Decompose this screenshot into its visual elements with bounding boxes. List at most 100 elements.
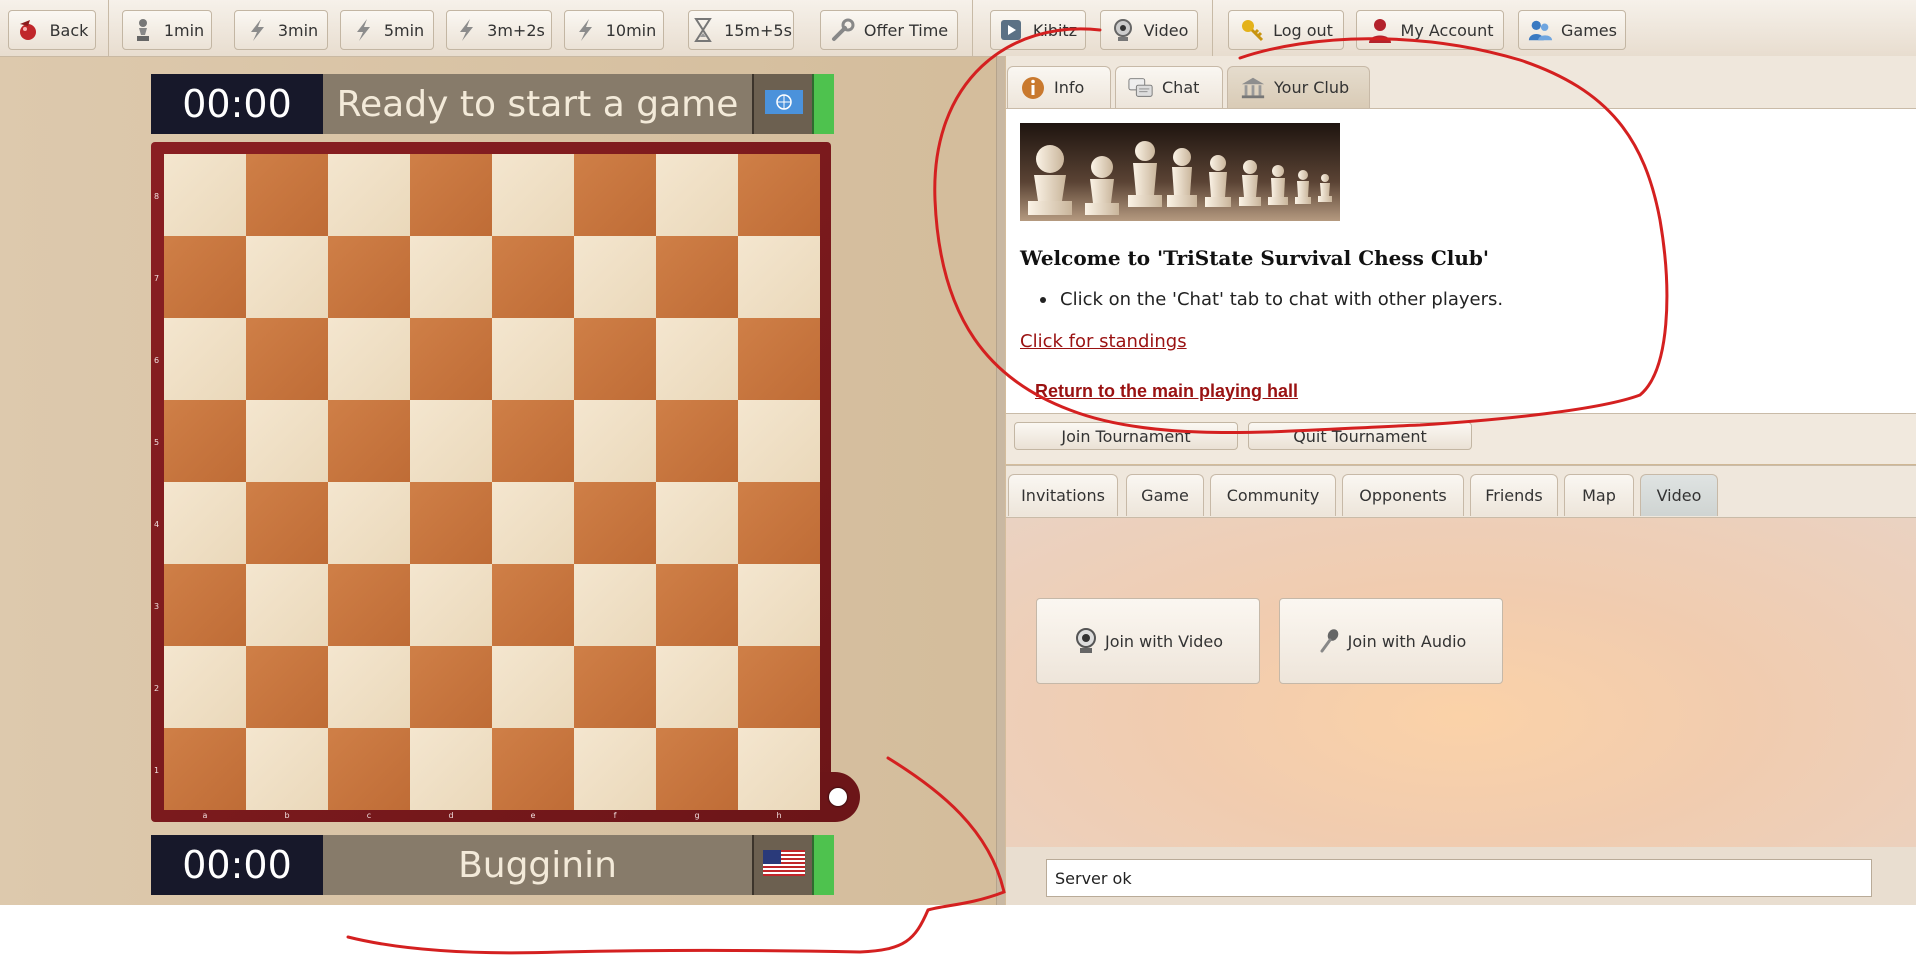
kibitz-button[interactable]: Kibitz (990, 10, 1086, 50)
video-button[interactable]: Video (1100, 10, 1198, 50)
board-square-e3[interactable] (492, 564, 574, 646)
10min-button[interactable]: 10min (564, 10, 664, 50)
board-square-d7[interactable] (410, 236, 492, 318)
board-square-b1[interactable] (246, 728, 328, 810)
board-square-c6[interactable] (328, 318, 410, 400)
board-square-c8[interactable] (328, 154, 410, 236)
join-tournament-button[interactable]: Join Tournament (1014, 422, 1238, 450)
board-square-h3[interactable] (738, 564, 820, 646)
board-square-f6[interactable] (574, 318, 656, 400)
board-square-h8[interactable] (738, 154, 820, 236)
board-square-b4[interactable] (246, 482, 328, 564)
quit-tournament-button[interactable]: Quit Tournament (1248, 422, 1472, 450)
tab-opponents[interactable]: Opponents (1342, 474, 1464, 516)
board-square-g5[interactable] (656, 400, 738, 482)
board-square-c1[interactable] (328, 728, 410, 810)
return-main-hall-link[interactable]: Return to the main playing hall (1035, 381, 1298, 402)
join-with-audio-button[interactable]: Join with Audio (1279, 598, 1503, 684)
my-account-button[interactable]: My Account (1356, 10, 1504, 50)
3min-button[interactable]: 3min (234, 10, 328, 50)
3m2s-button[interactable]: 3m+2s (446, 10, 552, 50)
board-square-a6[interactable] (164, 318, 246, 400)
board-square-f7[interactable] (574, 236, 656, 318)
back-button[interactable]: Back (8, 10, 96, 50)
join-with-video-button[interactable]: Join with Video (1036, 598, 1260, 684)
board-square-b2[interactable] (246, 646, 328, 728)
board-square-f5[interactable] (574, 400, 656, 482)
board-square-d8[interactable] (410, 154, 492, 236)
board-square-g2[interactable] (656, 646, 738, 728)
board-square-e4[interactable] (492, 482, 574, 564)
board-square-h2[interactable] (738, 646, 820, 728)
board-square-b6[interactable] (246, 318, 328, 400)
tab-video[interactable]: Video (1640, 474, 1718, 516)
board-square-a5[interactable] (164, 400, 246, 482)
standings-link[interactable]: Click for standings (1020, 331, 1187, 352)
games-button[interactable]: Games (1518, 10, 1626, 50)
offer-time-button[interactable]: Offer Time (820, 10, 958, 50)
chess-board[interactable] (164, 154, 820, 810)
board-square-g1[interactable] (656, 728, 738, 810)
board-square-e5[interactable] (492, 400, 574, 482)
board-square-h6[interactable] (738, 318, 820, 400)
tab-invitations[interactable]: Invitations (1008, 474, 1118, 516)
top-player-clock: 00:00 (151, 74, 323, 134)
board-square-d6[interactable] (410, 318, 492, 400)
board-square-g8[interactable] (656, 154, 738, 236)
board-square-c2[interactable] (328, 646, 410, 728)
board-square-b3[interactable] (246, 564, 328, 646)
board-square-d3[interactable] (410, 564, 492, 646)
board-square-d2[interactable] (410, 646, 492, 728)
1min-button[interactable]: 1min (122, 10, 212, 50)
tab-friends[interactable]: Friends (1470, 474, 1558, 516)
board-square-c3[interactable] (328, 564, 410, 646)
tab-game[interactable]: Game (1126, 474, 1204, 516)
board-square-a7[interactable] (164, 236, 246, 318)
board-square-d4[interactable] (410, 482, 492, 564)
my-account-label: My Account (1400, 20, 1494, 40)
board-square-e7[interactable] (492, 236, 574, 318)
board-square-e1[interactable] (492, 728, 574, 810)
board-square-b5[interactable] (246, 400, 328, 482)
5min-button[interactable]: 5min (340, 10, 434, 50)
board-square-e6[interactable] (492, 318, 574, 400)
board-square-c7[interactable] (328, 236, 410, 318)
board-square-e2[interactable] (492, 646, 574, 728)
15m5s-button[interactable]: 15m+5s (688, 10, 794, 50)
board-square-g7[interactable] (656, 236, 738, 318)
club-banner-image (1020, 123, 1340, 221)
rank-label: 5 (154, 438, 160, 447)
board-square-d5[interactable] (410, 400, 492, 482)
board-square-a3[interactable] (164, 564, 246, 646)
board-square-c4[interactable] (328, 482, 410, 564)
board-square-h4[interactable] (738, 482, 820, 564)
10min-label: 10min (605, 20, 657, 40)
log-out-button[interactable]: Log out (1228, 10, 1344, 50)
tab-your-club[interactable]: Your Club (1227, 66, 1370, 108)
board-square-h5[interactable] (738, 400, 820, 482)
panel-splitter[interactable] (996, 56, 1005, 905)
board-square-g3[interactable] (656, 564, 738, 646)
board-square-d1[interactable] (410, 728, 492, 810)
board-square-f2[interactable] (574, 646, 656, 728)
board-square-a2[interactable] (164, 646, 246, 728)
board-square-h1[interactable] (738, 728, 820, 810)
board-square-b8[interactable] (246, 154, 328, 236)
board-square-e8[interactable] (492, 154, 574, 236)
board-square-a4[interactable] (164, 482, 246, 564)
board-square-g4[interactable] (656, 482, 738, 564)
board-square-b7[interactable] (246, 236, 328, 318)
board-square-f4[interactable] (574, 482, 656, 564)
board-square-a1[interactable] (164, 728, 246, 810)
board-square-f3[interactable] (574, 564, 656, 646)
tab-community[interactable]: Community (1210, 474, 1336, 516)
board-square-c5[interactable] (328, 400, 410, 482)
tab-chat[interactable]: Chat (1115, 66, 1223, 108)
board-square-f8[interactable] (574, 154, 656, 236)
board-square-h7[interactable] (738, 236, 820, 318)
tab-map[interactable]: Map (1564, 474, 1634, 516)
board-square-a8[interactable] (164, 154, 246, 236)
tab-info[interactable]: Info (1007, 66, 1111, 108)
board-square-g6[interactable] (656, 318, 738, 400)
board-square-f1[interactable] (574, 728, 656, 810)
